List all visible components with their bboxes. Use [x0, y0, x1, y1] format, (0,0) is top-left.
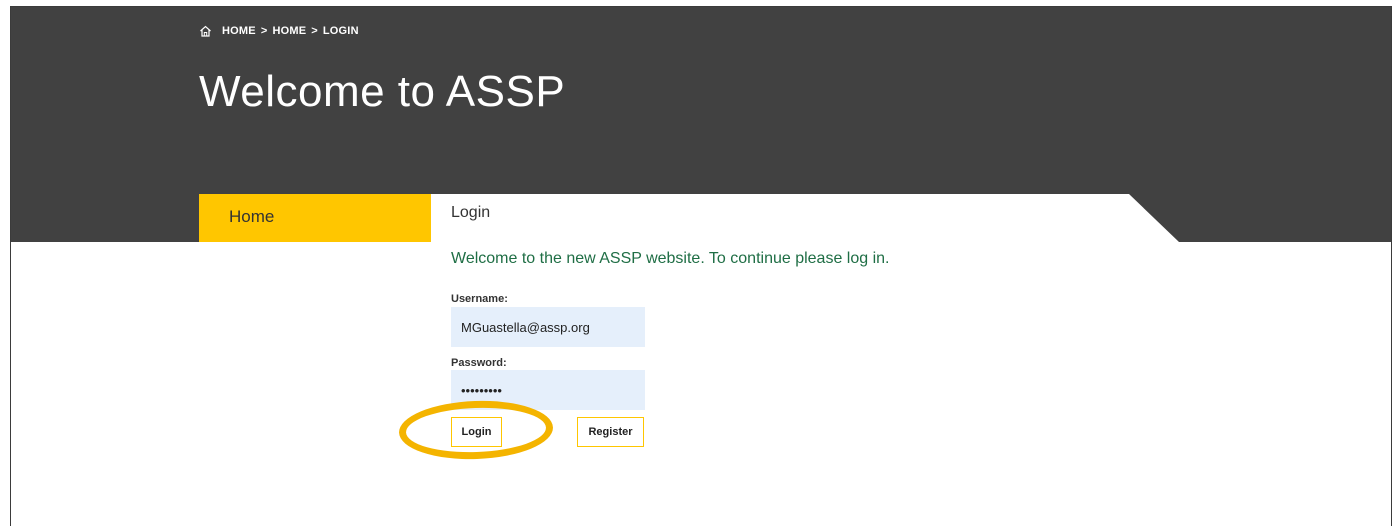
- username-label: Username:: [451, 293, 508, 305]
- password-input[interactable]: [451, 370, 645, 410]
- page-heading: Login: [451, 204, 491, 221]
- breadcrumb-home-1[interactable]: HOME: [222, 25, 256, 37]
- username-input[interactable]: [451, 307, 645, 347]
- password-label: Password:: [451, 357, 507, 369]
- welcome-message: Welcome to the new ASSP website. To cont…: [451, 250, 890, 267]
- breadcrumb-login: LOGIN: [322, 25, 359, 37]
- nav-home[interactable]: Home: [199, 194, 431, 242]
- breadcrumb-separator: >: [311, 25, 318, 37]
- panel-slant-decoration: [1129, 194, 1179, 242]
- breadcrumb-home-2[interactable]: HOME: [272, 25, 306, 37]
- breadcrumb-separator: >: [260, 25, 268, 37]
- login-button[interactable]: Login: [451, 417, 502, 447]
- register-button[interactable]: Register: [577, 417, 644, 447]
- home-icon[interactable]: [199, 25, 212, 37]
- breadcrumb: HOME > HOME > LOGIN: [199, 25, 359, 37]
- site-title: Welcome to ASSP: [199, 67, 566, 116]
- content-panel: [431, 194, 1129, 242]
- page-frame: HOME > HOME > LOGIN Welcome to ASSP Home…: [10, 6, 1392, 526]
